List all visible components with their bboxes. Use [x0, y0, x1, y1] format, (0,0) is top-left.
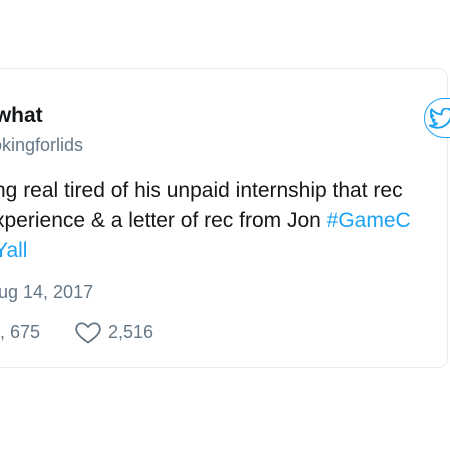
- tweet-text-line-1: ng real tired of his unpaid internship t…: [0, 179, 403, 202]
- like-count: 2,516: [108, 322, 154, 342]
- retweet-prefix: ,: [0, 322, 6, 342]
- tweet-text-line-2-plain: xperience & a letter of rec from Jon: [0, 209, 327, 232]
- display-name[interactable]: t what: [0, 104, 43, 128]
- hashtag-link[interactable]: #GameC: [327, 209, 411, 232]
- tweet-text-line-3: Yall: [0, 236, 450, 266]
- user-handle[interactable]: okingforlids: [0, 135, 83, 156]
- tweet-screenshot: t what okingforlids ng real tired of his…: [0, 0, 450, 450]
- twitter-bird-icon: [429, 108, 450, 129]
- tweet-date[interactable]: ug 14, 2017: [0, 282, 93, 303]
- hashtag-link-continued[interactable]: Yall: [0, 239, 27, 262]
- tweet-text: ng real tired of his unpaid internship t…: [0, 176, 450, 266]
- retweet-count[interactable]: 675: [10, 322, 40, 343]
- tweet-text-line-2: xperience & a letter of rec from Jon #Ga…: [0, 206, 450, 236]
- heart-icon: [75, 322, 101, 344]
- tweet-actions: , 675 2,516: [0, 318, 450, 346]
